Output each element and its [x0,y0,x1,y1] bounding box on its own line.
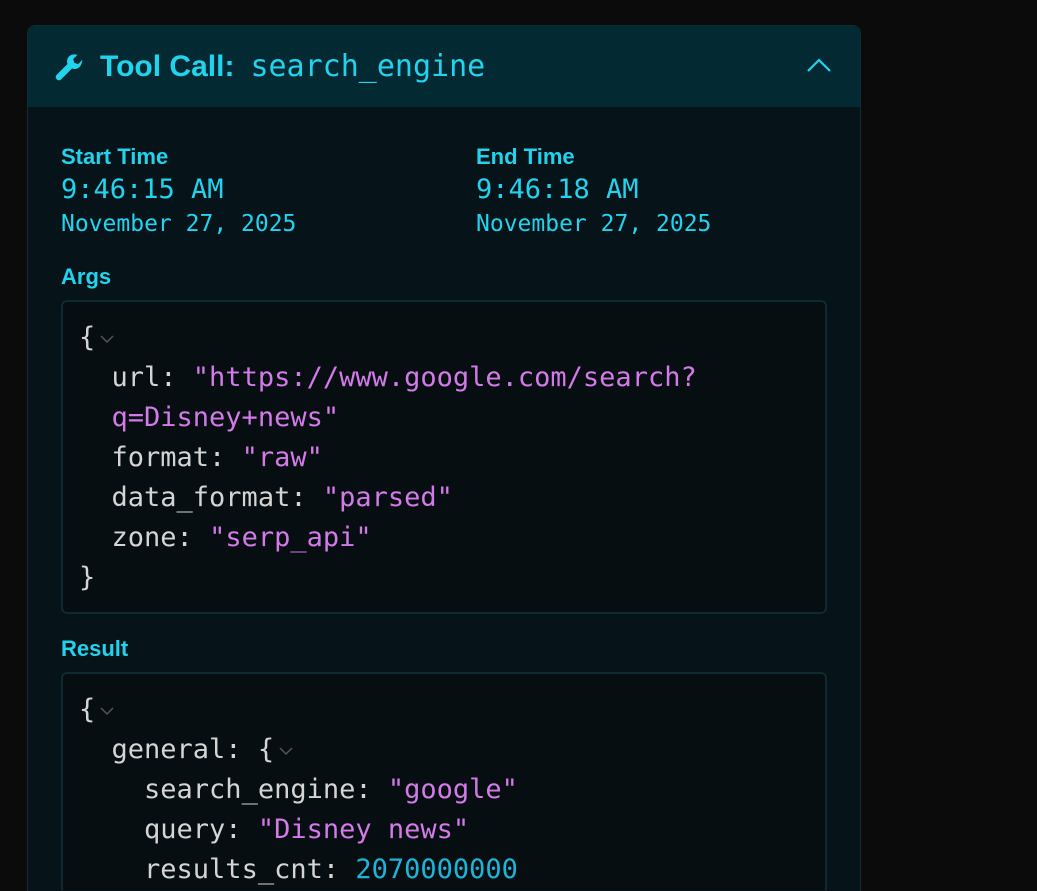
json-string: "Disney news" [258,814,469,845]
json-key: format: [112,442,242,473]
result-json-viewer: { general: { search_engine: "google" que… [61,672,827,890]
json-number: 2070000000 [355,854,518,885]
tool-name: search_engine [250,49,485,84]
args-json-viewer: { url: "https://www.google.com/search? q… [61,300,827,614]
result-label: Result [61,636,128,662]
json-key: search_engine: [144,774,388,805]
tool-call-card: Tool Call: search_engine Start Time 9:46… [27,25,861,891]
end-date-value: November 27, 2025 [476,211,711,237]
json-string: "raw" [242,442,323,473]
json-key: general: [112,734,258,765]
chevron-down-icon[interactable] [99,705,115,717]
json-string: q=Disney+news" [112,402,340,433]
start-date-value: November 27, 2025 [61,211,296,237]
json-key: zone: [112,522,210,553]
brace: { [79,694,95,725]
end-time-value: 9:46:18 AM [476,174,711,205]
brace: { [258,734,274,765]
end-time-label: End Time [476,144,711,170]
start-time: Start Time 9:46:15 AM November 27, 2025 [61,144,296,237]
json-string: "serp_api" [209,522,372,553]
json-key: query: [144,814,258,845]
chevron-down-icon[interactable] [99,333,115,345]
end-time: End Time 9:46:18 AM November 27, 2025 [476,144,711,237]
brace: } [79,562,95,593]
wrench-icon [54,52,84,82]
json-string: "https://www.google.com/search? [193,362,697,393]
json-key: url: [112,362,193,393]
start-time-label: Start Time [61,144,296,170]
json-key: results_cnt: [144,854,355,885]
json-string: "google" [388,774,518,805]
json-string: "parsed" [323,482,453,513]
args-label: Args [61,264,111,290]
start-time-value: 9:46:15 AM [61,174,296,205]
json-key: data_format: [112,482,323,513]
chevron-up-icon[interactable] [806,56,832,74]
tool-call-label: Tool Call: [100,50,234,84]
brace: { [79,322,95,353]
chevron-down-icon[interactable] [278,745,294,757]
tool-call-header[interactable]: Tool Call: search_engine [28,26,860,107]
